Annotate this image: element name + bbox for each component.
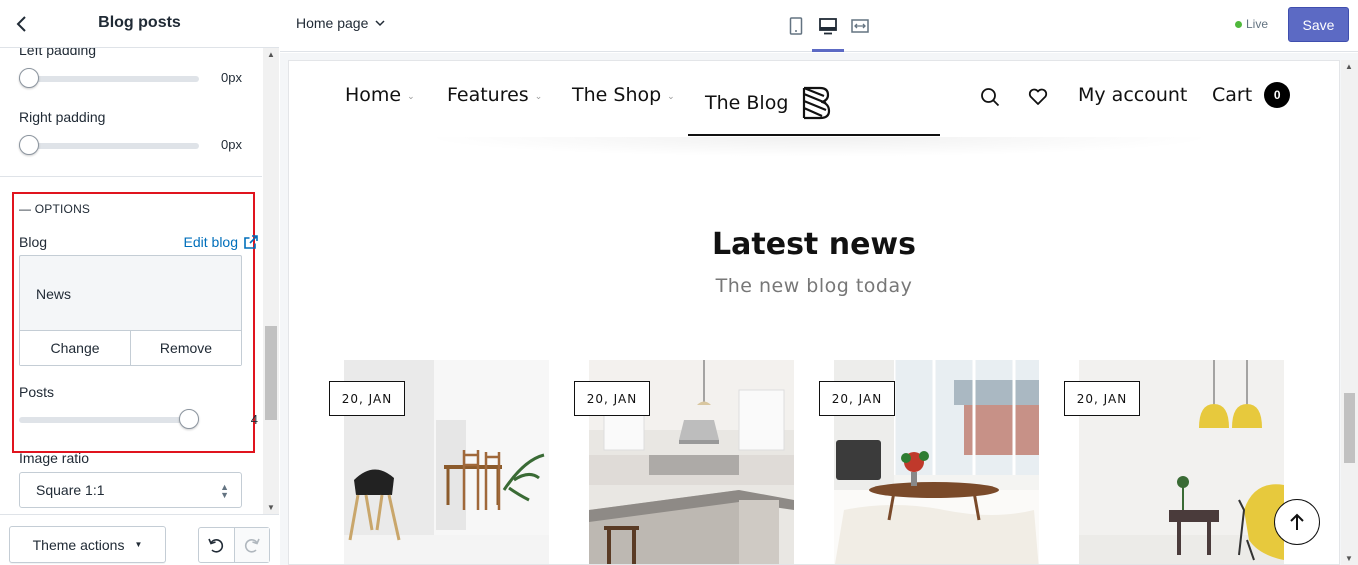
post-date-badge: 20, JAN bbox=[819, 381, 895, 416]
scroll-up-icon[interactable]: ▲ bbox=[1345, 62, 1353, 71]
post-date-badge: 20, JAN bbox=[329, 381, 405, 416]
theme-actions-button[interactable]: Theme actions ▼ bbox=[9, 526, 166, 563]
scroll-down-icon[interactable]: ▼ bbox=[1345, 554, 1353, 563]
post-date-badge: 20, JAN bbox=[1064, 381, 1140, 416]
post-date-badge: 20, JAN bbox=[574, 381, 650, 416]
change-blog-button[interactable]: Change bbox=[20, 331, 130, 365]
wishlist-button[interactable] bbox=[1028, 88, 1048, 106]
external-link-icon bbox=[244, 235, 258, 249]
device-switcher bbox=[780, 0, 876, 52]
cart-count-badge: 0 bbox=[1264, 82, 1291, 108]
posts-value: 4 bbox=[250, 412, 258, 427]
slider-handle[interactable] bbox=[19, 68, 39, 88]
preview-area: Home ⌄ Features ⌄ The Shop ⌄ The Blog My… bbox=[280, 53, 1358, 565]
scrollbar-thumb[interactable] bbox=[1344, 393, 1355, 463]
store-nav: Home ⌄ Features ⌄ The Shop ⌄ The Blog My… bbox=[289, 61, 1339, 137]
nav-features-label: Features bbox=[447, 84, 529, 106]
sidebar-title: Blog posts bbox=[98, 14, 181, 31]
undo-button[interactable] bbox=[199, 528, 234, 562]
posts-slider[interactable] bbox=[19, 408, 199, 430]
chevron-down-icon: ⌄ bbox=[534, 92, 543, 102]
nav-home-label: Home bbox=[345, 84, 402, 106]
section-subtitle: The new blog today bbox=[715, 275, 913, 297]
page-selector-label: Home page bbox=[296, 15, 369, 31]
editor-topbar: Home page Live Save bbox=[280, 0, 1358, 52]
left-padding-slider[interactable] bbox=[19, 67, 199, 89]
right-padding-label: Right padding bbox=[19, 109, 106, 125]
caret-down-icon: ▼ bbox=[134, 540, 143, 549]
select-arrows-icon: ▲ ▼ bbox=[220, 482, 229, 500]
redo-icon bbox=[244, 538, 260, 553]
edit-blog-link[interactable]: Edit blog bbox=[184, 234, 258, 250]
fullscreen-view-button[interactable] bbox=[844, 0, 876, 52]
fullscreen-icon bbox=[851, 19, 869, 33]
nav-shop-label: The Shop bbox=[572, 84, 662, 106]
live-dot-icon bbox=[1234, 20, 1242, 28]
slider-handle[interactable] bbox=[179, 409, 199, 429]
mobile-view-button[interactable] bbox=[780, 0, 812, 52]
live-status: Live bbox=[1234, 17, 1268, 31]
nav-shadow bbox=[419, 137, 1219, 157]
chevron-down-icon: ⌄ bbox=[667, 92, 675, 102]
sidebar-scrollbar[interactable]: ▲ ▼ bbox=[263, 48, 279, 514]
nav-blog[interactable]: The Blog bbox=[705, 84, 832, 122]
page-selector[interactable]: Home page bbox=[296, 15, 386, 31]
chevron-down-icon bbox=[375, 20, 385, 27]
nav-features[interactable]: Features ⌄ bbox=[447, 84, 542, 106]
remove-blog-button[interactable]: Remove bbox=[130, 331, 241, 365]
right-padding-slider[interactable] bbox=[19, 134, 199, 156]
save-button[interactable]: Save bbox=[1288, 7, 1349, 42]
undo-redo-group bbox=[198, 527, 270, 563]
nav-cart-label: Cart bbox=[1212, 84, 1253, 106]
desktop-icon bbox=[819, 18, 837, 35]
right-padding-value: 0px bbox=[221, 137, 242, 152]
search-button[interactable] bbox=[980, 87, 1000, 107]
blog-label: Blog bbox=[19, 234, 48, 250]
left-padding-value: 0px bbox=[221, 70, 242, 85]
search-icon bbox=[981, 88, 1000, 107]
posts-label: Posts bbox=[19, 384, 55, 400]
nav-account[interactable]: My account bbox=[1078, 84, 1187, 106]
options-heading[interactable]: — OPTIONS bbox=[19, 202, 90, 216]
heart-icon bbox=[1028, 88, 1048, 105]
selected-blog-name: News bbox=[36, 286, 72, 302]
brand-logo-icon bbox=[803, 86, 831, 120]
chevron-down-icon: ⌄ bbox=[407, 92, 415, 102]
scroll-down-icon[interactable]: ▼ bbox=[267, 503, 275, 512]
live-label: Live bbox=[1245, 17, 1268, 31]
storefront-preview: Home ⌄ Features ⌄ The Shop ⌄ The Blog My… bbox=[288, 60, 1340, 565]
image-ratio-select[interactable]: Square 1:1 ▲ ▼ bbox=[19, 472, 242, 508]
redo-button[interactable] bbox=[233, 528, 269, 562]
section-title: Latest news bbox=[712, 227, 916, 262]
left-padding-label: Left padding bbox=[19, 48, 97, 58]
selected-blog-card: News Change Remove bbox=[19, 255, 242, 366]
scrollbar-thumb[interactable] bbox=[265, 326, 277, 420]
slider-handle[interactable] bbox=[19, 135, 39, 155]
preview-scrollbar[interactable]: ▲ ▼ bbox=[1341, 60, 1358, 565]
nav-home[interactable]: Home ⌄ bbox=[345, 84, 415, 106]
active-nav-underline bbox=[688, 134, 940, 136]
edit-blog-label: Edit blog bbox=[183, 234, 238, 250]
scroll-up-icon[interactable]: ▲ bbox=[267, 50, 275, 59]
sidebar-header: Blog posts bbox=[0, 0, 279, 48]
nav-cart[interactable]: Cart 0 bbox=[1212, 82, 1291, 108]
undo-icon bbox=[208, 538, 224, 553]
sidebar-footer: Theme actions ▼ bbox=[0, 514, 279, 565]
nav-blog-label: The Blog bbox=[705, 92, 789, 114]
divider bbox=[0, 176, 262, 177]
theme-actions-label: Theme actions bbox=[32, 536, 125, 553]
scroll-to-top-button[interactable] bbox=[1274, 499, 1320, 545]
mobile-icon bbox=[789, 17, 803, 35]
desktop-view-button[interactable] bbox=[812, 0, 844, 52]
arrow-up-icon bbox=[1290, 513, 1304, 530]
editor-sidebar: Blog posts Left padding 0px Right paddin… bbox=[0, 0, 279, 565]
nav-shop[interactable]: The Shop ⌄ bbox=[572, 84, 675, 106]
image-ratio-value: Square 1:1 bbox=[36, 482, 105, 498]
